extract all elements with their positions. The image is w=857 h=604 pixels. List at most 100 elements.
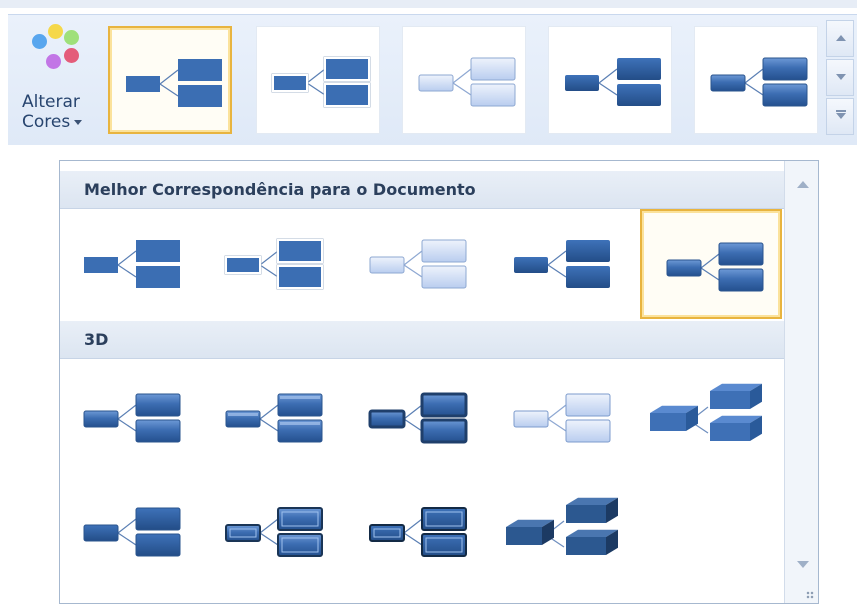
parent-shape	[271, 73, 309, 93]
change-colors-button[interactable]: Alterar Cores	[18, 16, 100, 144]
parent-shape	[369, 524, 405, 542]
child-shape-bottom	[135, 419, 181, 443]
ribbon-style-tile-3[interactable]	[402, 26, 526, 134]
gallery-content: Melhor Correspondência para o Documento …	[60, 161, 784, 603]
hierarchy-thumbnail	[369, 507, 467, 557]
hierarchy-thumbnail	[418, 57, 516, 107]
hierarchy-thumbnail	[225, 507, 323, 557]
parent-shape	[369, 256, 405, 274]
gallery-style-3d-6[interactable]	[66, 481, 194, 581]
child-shape-top	[710, 383, 762, 409]
ribbon-smartart-styles: Alterar Cores	[0, 0, 857, 145]
gallery-style-3d-4[interactable]	[496, 367, 624, 467]
hierarchy-thumbnail	[710, 57, 808, 107]
child-shape-top	[277, 393, 323, 417]
hierarchy-thumbnail	[83, 393, 181, 443]
change-colors-line1: Alterar	[22, 92, 80, 112]
connector-line	[306, 68, 326, 84]
child-shape-top	[566, 240, 610, 262]
connector-line	[117, 250, 137, 266]
child-shape-top	[135, 393, 181, 417]
child-shape-bottom	[710, 415, 762, 441]
hierarchy-thumbnail	[126, 59, 222, 107]
parent-shape	[506, 519, 554, 545]
hierarchy-thumbnail	[650, 383, 762, 441]
connector-line	[452, 68, 472, 84]
scroll-down-button[interactable]	[826, 59, 854, 96]
scroll-up-icon	[836, 35, 846, 41]
hierarchy-thumbnail	[84, 240, 180, 288]
child-shape-bottom	[136, 266, 180, 288]
gallery-style-3d-3[interactable]	[352, 367, 480, 467]
child-shape-top	[420, 392, 468, 418]
parent-shape	[83, 410, 119, 428]
gallery-style-3d-9[interactable]	[496, 481, 624, 581]
gallery-style-best-5[interactable]	[640, 209, 782, 319]
connector-line	[306, 82, 326, 96]
section-title-best-match: Melhor Correspondência para o Documento	[84, 180, 476, 199]
resize-grip-icon[interactable]	[806, 591, 814, 599]
connector-line	[259, 264, 279, 278]
child-shape-top	[617, 58, 661, 80]
more-styles-button[interactable]	[826, 98, 854, 135]
gallery-style-best-2[interactable]	[208, 213, 336, 313]
more-styles-icon	[836, 113, 846, 119]
parent-shape	[126, 76, 160, 92]
child-shape-top	[276, 238, 324, 264]
connector-line	[259, 250, 279, 266]
connector-line	[117, 518, 137, 534]
gallery-style-3d-7[interactable]	[208, 481, 336, 581]
connector-line	[744, 82, 764, 96]
parent-shape	[224, 255, 262, 275]
connector-line	[403, 264, 423, 278]
gallery-scroll-down-icon[interactable]	[797, 561, 809, 568]
styles-gallery-panel: Melhor Correspondência para o Documento …	[59, 160, 819, 604]
child-shape-top	[136, 240, 180, 262]
gallery-style-best-1[interactable]	[66, 213, 194, 313]
child-shape-top	[421, 507, 467, 531]
child-shape-bottom	[566, 529, 618, 555]
connector-line	[744, 68, 764, 84]
child-shape-top	[135, 507, 181, 531]
connector-line	[598, 68, 618, 84]
gallery-style-3d-8[interactable]	[352, 481, 480, 581]
connector-line	[117, 264, 137, 278]
child-shape-bottom	[762, 83, 808, 107]
ribbon-style-tile-2[interactable]	[256, 26, 380, 134]
connector-line	[403, 418, 423, 432]
connector-line	[259, 418, 279, 432]
hierarchy-thumbnail	[368, 392, 468, 444]
connector-line	[259, 518, 279, 534]
parent-shape	[84, 257, 118, 273]
parent-shape	[650, 405, 698, 431]
gallery-scrollbar[interactable]	[784, 161, 818, 603]
hierarchy-thumbnail	[514, 240, 610, 288]
gallery-style-3d-5[interactable]	[640, 367, 768, 467]
connector-line	[547, 264, 567, 278]
child-shape-bottom	[135, 533, 181, 557]
parent-shape	[565, 75, 599, 91]
change-colors-label: Alterar Cores	[22, 92, 102, 132]
gallery-style-3d-2[interactable]	[208, 367, 336, 467]
gallery-style-best-3[interactable]	[352, 213, 480, 313]
connector-line	[259, 532, 279, 546]
connector-line	[117, 404, 137, 420]
connector-line	[700, 253, 720, 269]
parent-shape	[514, 257, 548, 273]
connector-line	[159, 69, 179, 85]
hierarchy-thumbnail	[666, 242, 764, 292]
ribbon-gallery-scroll	[826, 20, 854, 136]
gallery-style-3d-1[interactable]	[66, 367, 194, 467]
child-shape-top	[277, 507, 323, 531]
child-shape-top	[470, 57, 516, 81]
gallery-style-best-4[interactable]	[496, 213, 624, 313]
gallery-scroll-up-icon[interactable]	[797, 181, 809, 188]
ribbon-style-tile-5[interactable]	[694, 26, 818, 134]
hierarchy-thumbnail	[513, 393, 611, 443]
ribbon-style-tile-1[interactable]	[108, 26, 232, 134]
connector-line	[403, 404, 423, 420]
scroll-up-button[interactable]	[826, 20, 854, 57]
section-header-3d: 3D	[60, 321, 784, 359]
ribbon-top-edge	[0, 0, 857, 8]
ribbon-style-tile-4[interactable]	[548, 26, 672, 134]
